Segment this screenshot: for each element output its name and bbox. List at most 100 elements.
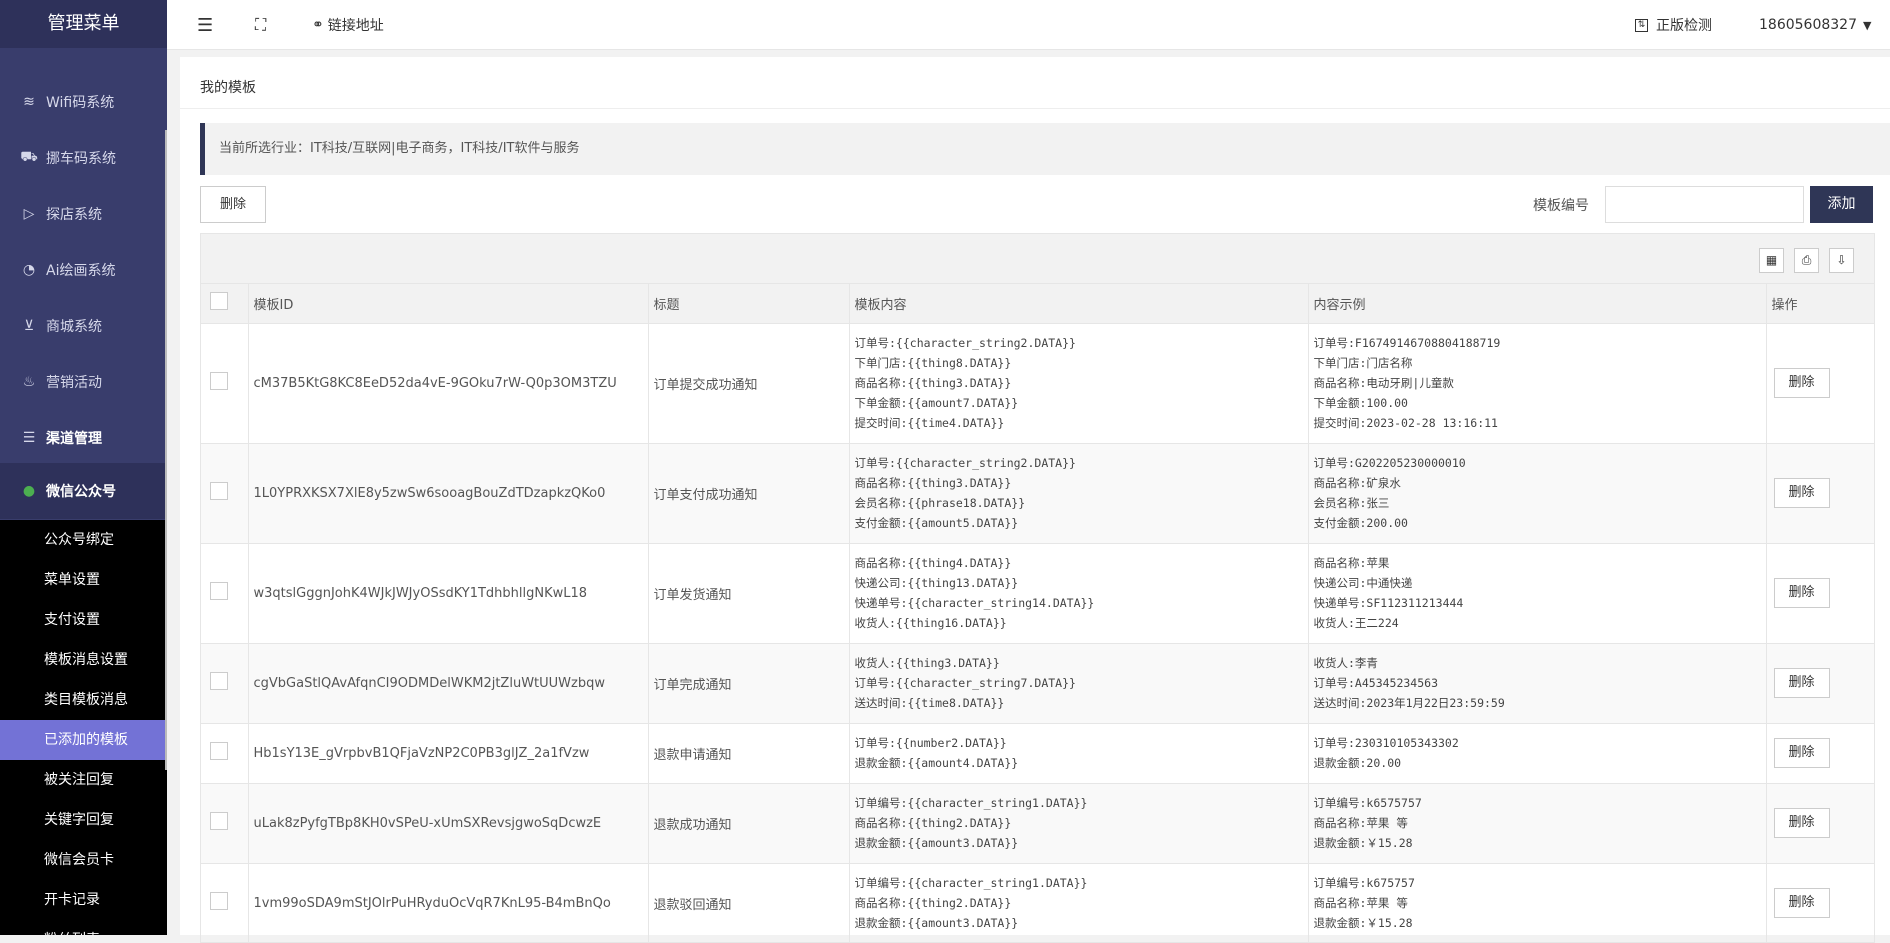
- table-toolbar: ▦ ⎙ ⇩: [201, 234, 1874, 284]
- sidebar-item-ai[interactable]: ◔ Ai绘画系统: [0, 242, 167, 298]
- template-table: ▦ ⎙ ⇩ 模板ID 标题 模板内容 内容示例 操作 cM37B5KtG8KC8…: [200, 233, 1875, 943]
- submenu-item-keyword-reply[interactable]: 关键字回复: [0, 800, 167, 840]
- column-header-id[interactable]: 模板ID: [248, 284, 649, 324]
- row-delete-button[interactable]: 删除: [1773, 738, 1830, 768]
- submenu-item-category-template[interactable]: 类目模板消息: [0, 680, 167, 720]
- template-content-cell: 商品名称:{{thing4.DATA}} 快递公司:{{thing13.DATA}…: [849, 543, 1309, 644]
- columns-icon[interactable]: ▦: [1759, 248, 1784, 273]
- content-line: 收货人:{{thing3.DATA}}: [854, 656, 1000, 670]
- table-row: w3qtslGggnJohK4WJkJWJyOSsdKY1TdhbhllgNKw…: [201, 543, 1874, 644]
- sidebar-item-label: 挪车码系统: [46, 151, 116, 167]
- license-check-button[interactable]: ⇅ 正版检测: [1635, 0, 1712, 50]
- submenu-item-bind[interactable]: 公众号绑定: [0, 520, 167, 560]
- select-all-cell: [201, 284, 249, 324]
- example-line: 商品名称:矿泉水: [1313, 476, 1401, 490]
- sidebar-item-mall[interactable]: ⊻ 商城系统: [0, 298, 167, 354]
- template-content-cell: 订单号:{{character_string2.DATA}} 商品名称:{{thi…: [849, 443, 1309, 544]
- submenu-item-member-card[interactable]: 微信会员卡: [0, 840, 167, 880]
- submenu-item-pay[interactable]: 支付设置: [0, 600, 167, 640]
- submenu-item-template-settings[interactable]: 模板消息设置: [0, 640, 167, 680]
- template-no-input[interactable]: [1605, 186, 1804, 223]
- template-content-cell: 订单编号:{{character_string1.DATA}} 商品名称:{{th…: [849, 863, 1309, 942]
- table-row: cgVbGaStlQAvAfqnCI9ODMDelWKM2jtZluWtUUWz…: [201, 643, 1874, 724]
- content-line: 订单编号:{{character_string1.DATA}}: [854, 796, 1088, 810]
- print-icon[interactable]: ⎙: [1794, 248, 1819, 273]
- industry-notice: 当前所选行业：IT科技/互联网|电子商务，IT科技/IT软件与服务: [200, 123, 1890, 175]
- sidebar-item-car[interactable]: ⛟ 挪车码系统: [0, 130, 167, 186]
- content-line: 订单号:{{character_string2.DATA}}: [854, 336, 1076, 350]
- select-all-checkbox[interactable]: [210, 292, 228, 311]
- row-action-cell: 删除: [1766, 643, 1874, 724]
- column-header-content[interactable]: 模板内容: [849, 284, 1309, 324]
- submenu-item-menu[interactable]: 菜单设置: [0, 560, 167, 600]
- row-checkbox[interactable]: [210, 812, 228, 830]
- submenu-item-card-records[interactable]: 开卡记录: [0, 880, 167, 920]
- submenu-item-fans[interactable]: 粉丝列表: [0, 920, 167, 935]
- sidebar-item-label: 探店系统: [46, 207, 102, 223]
- example-line: 退款金额:￥15.28: [1313, 836, 1413, 850]
- content-line: 商品名称:{{thing2.DATA}}: [854, 816, 1012, 830]
- sidebar-item-explore[interactable]: ▷ 探店系统: [0, 186, 167, 242]
- table-body: cM37B5KtG8KC8EeD52da4vE-9GOku7rW-Q0p3OM3…: [201, 323, 1874, 942]
- caret-down-icon: ▼: [1862, 18, 1872, 32]
- content-line: 快递公司:{{thing13.DATA}}: [854, 576, 1019, 590]
- sidebar-item-wechat[interactable]: ● 微信公众号: [0, 463, 167, 519]
- row-delete-button[interactable]: 删除: [1773, 808, 1830, 838]
- user-menu[interactable]: 18605608327 ▼: [1759, 0, 1871, 50]
- sidebar-item-label: 微信公众号: [46, 484, 116, 500]
- row-select-cell: [201, 723, 249, 784]
- sidebar-title: 管理菜单: [0, 0, 167, 48]
- add-template-button[interactable]: 添加: [1810, 186, 1873, 223]
- row-select-cell: [201, 443, 249, 544]
- template-content-cell: 订单号:{{number2.DATA}} 退款金额:{{amount4.DATA}…: [849, 723, 1309, 784]
- example-line: 送达时间:2023年1月22日23:59:59: [1313, 696, 1505, 710]
- content-line: 收货人:{{thing16.DATA}}: [854, 616, 1007, 630]
- row-checkbox[interactable]: [210, 372, 228, 390]
- example-line: 订单编号:k675757: [1313, 876, 1415, 890]
- row-checkbox[interactable]: [210, 582, 228, 600]
- content-line: 会员名称:{{phrase18.DATA}}: [854, 496, 1026, 510]
- fullscreen-icon[interactable]: ⛶: [255, 0, 266, 50]
- row-checkbox[interactable]: [210, 482, 228, 500]
- submenu-item-added-templates[interactable]: 已添加的模板: [0, 720, 167, 760]
- row-delete-button[interactable]: 删除: [1773, 478, 1830, 508]
- example-line: 快递公司:中通快递: [1313, 576, 1413, 590]
- sidebar-item-wifi[interactable]: ≋ Wifi码系统: [0, 74, 167, 130]
- row-action-cell: 删除: [1766, 443, 1874, 544]
- template-id-cell: Hb1sY13E_gVrpbvB1QFjaVzNP2C0PB3glJZ_2a1f…: [248, 723, 649, 784]
- cart-icon: ⊻: [23, 318, 35, 334]
- video-icon: ▷: [23, 206, 35, 222]
- link-address-label: 链接地址: [327, 18, 384, 34]
- row-checkbox[interactable]: [210, 892, 228, 910]
- sidebar-item-marketing[interactable]: ♨ 营销活动: [0, 354, 167, 410]
- row-select-cell: [201, 543, 249, 644]
- row-checkbox[interactable]: [210, 672, 228, 690]
- example-line: 收货人:李青: [1313, 656, 1378, 670]
- submenu-item-follow-reply[interactable]: 被关注回复: [0, 760, 167, 800]
- example-line: 商品名称:电动牙刷|儿童款: [1313, 376, 1454, 390]
- column-header-title[interactable]: 标题: [648, 284, 850, 324]
- main-content: 我的模板 当前所选行业：IT科技/互联网|电子商务，IT科技/IT软件与服务 删…: [180, 57, 1890, 943]
- row-delete-button[interactable]: 删除: [1773, 578, 1830, 608]
- link-address-button[interactable]: ⚭ 链接地址: [312, 0, 384, 50]
- fire-icon: ♨: [22, 374, 36, 390]
- row-delete-button[interactable]: 删除: [1773, 668, 1830, 698]
- row-delete-button[interactable]: 删除: [1773, 888, 1830, 918]
- content-line: 退款金额:{{amount4.DATA}}: [854, 756, 1019, 770]
- example-line: 会员名称:张三: [1313, 496, 1390, 510]
- content-line: 订单编号:{{character_string1.DATA}}: [854, 876, 1088, 890]
- content-example-cell: 订单号:230310105343302 退款金额:20.00: [1308, 723, 1767, 784]
- content-example-cell: 商品名称:苹果 快递公司:中通快递 快递单号:SF112311213444 收货人:王…: [1308, 543, 1767, 644]
- sidebar-scrollbar[interactable]: [165, 130, 167, 770]
- row-action-cell: 删除: [1766, 543, 1874, 644]
- row-delete-button[interactable]: 删除: [1773, 368, 1830, 398]
- sidebar-item-channel[interactable]: ☰ 渠道管理: [0, 410, 167, 466]
- column-header-example[interactable]: 内容示例: [1308, 284, 1767, 324]
- export-icon[interactable]: ⇩: [1829, 248, 1854, 273]
- example-line: 订单编号:k6575757: [1313, 796, 1422, 810]
- row-checkbox[interactable]: [210, 742, 228, 760]
- sidebar-item-label: Ai绘画系统: [46, 263, 116, 279]
- menu-toggle-icon[interactable]: ☰: [197, 0, 213, 50]
- batch-delete-button[interactable]: 删除: [200, 186, 266, 223]
- example-line: 提交时间:2023-02-28 13:16:11: [1313, 416, 1498, 430]
